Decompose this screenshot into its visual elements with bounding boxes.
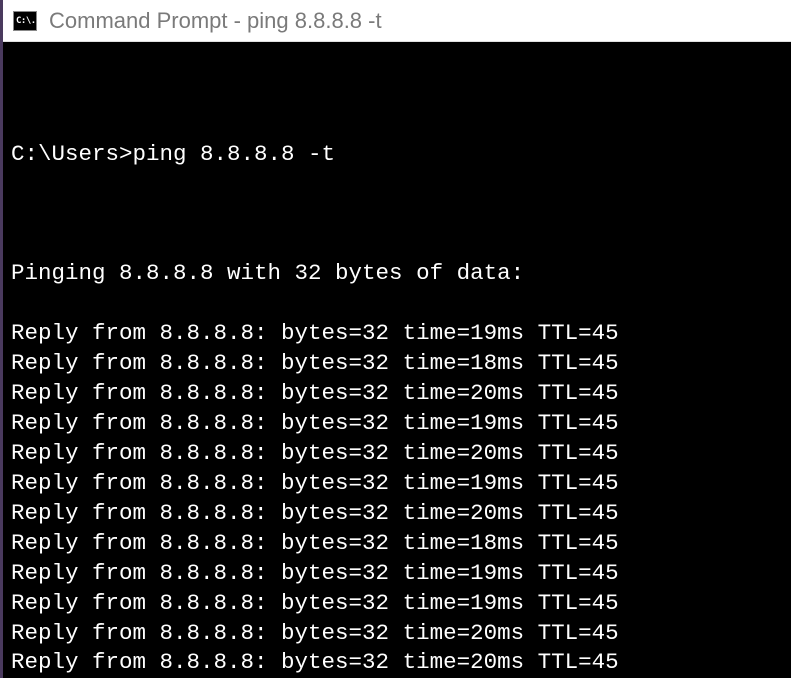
ping-replies: Reply from 8.8.8.8: bytes=32 time=19ms T… — [11, 319, 783, 678]
command-text: ping 8.8.8.8 -t — [133, 141, 336, 167]
ping-reply-line: Reply from 8.8.8.8: bytes=32 time=20ms T… — [11, 619, 783, 649]
ping-reply-line: Reply from 8.8.8.8: bytes=32 time=19ms T… — [11, 589, 783, 619]
ping-reply-line: Reply from 8.8.8.8: bytes=32 time=19ms T… — [11, 409, 783, 439]
ping-reply-line: Reply from 8.8.8.8: bytes=32 time=18ms T… — [11, 349, 783, 379]
blank-line — [11, 200, 783, 230]
blank-line — [11, 80, 783, 110]
prompt-text: C:\Users> — [11, 141, 133, 167]
window-titlebar[interactable]: C:\. Command Prompt - ping 8.8.8.8 -t — [3, 0, 791, 42]
window-title: Command Prompt - ping 8.8.8.8 -t — [49, 8, 382, 34]
terminal-output[interactable]: C:\Users>ping 8.8.8.8 -t Pinging 8.8.8.8… — [3, 42, 791, 678]
ping-reply-line: Reply from 8.8.8.8: bytes=32 time=20ms T… — [11, 499, 783, 529]
ping-reply-line: Reply from 8.8.8.8: bytes=32 time=19ms T… — [11, 319, 783, 349]
ping-reply-line: Reply from 8.8.8.8: bytes=32 time=20ms T… — [11, 648, 783, 678]
cmd-icon-text: C:\. — [16, 16, 36, 26]
command-line: C:\Users>ping 8.8.8.8 -t — [11, 140, 783, 170]
ping-status-line: Pinging 8.8.8.8 with 32 bytes of data: — [11, 259, 783, 289]
ping-reply-line: Reply from 8.8.8.8: bytes=32 time=19ms T… — [11, 559, 783, 589]
ping-reply-line: Reply from 8.8.8.8: bytes=32 time=20ms T… — [11, 439, 783, 469]
ping-reply-line: Reply from 8.8.8.8: bytes=32 time=20ms T… — [11, 379, 783, 409]
ping-reply-line: Reply from 8.8.8.8: bytes=32 time=19ms T… — [11, 469, 783, 499]
cmd-icon: C:\. — [13, 11, 37, 31]
ping-reply-line: Reply from 8.8.8.8: bytes=32 time=18ms T… — [11, 529, 783, 559]
